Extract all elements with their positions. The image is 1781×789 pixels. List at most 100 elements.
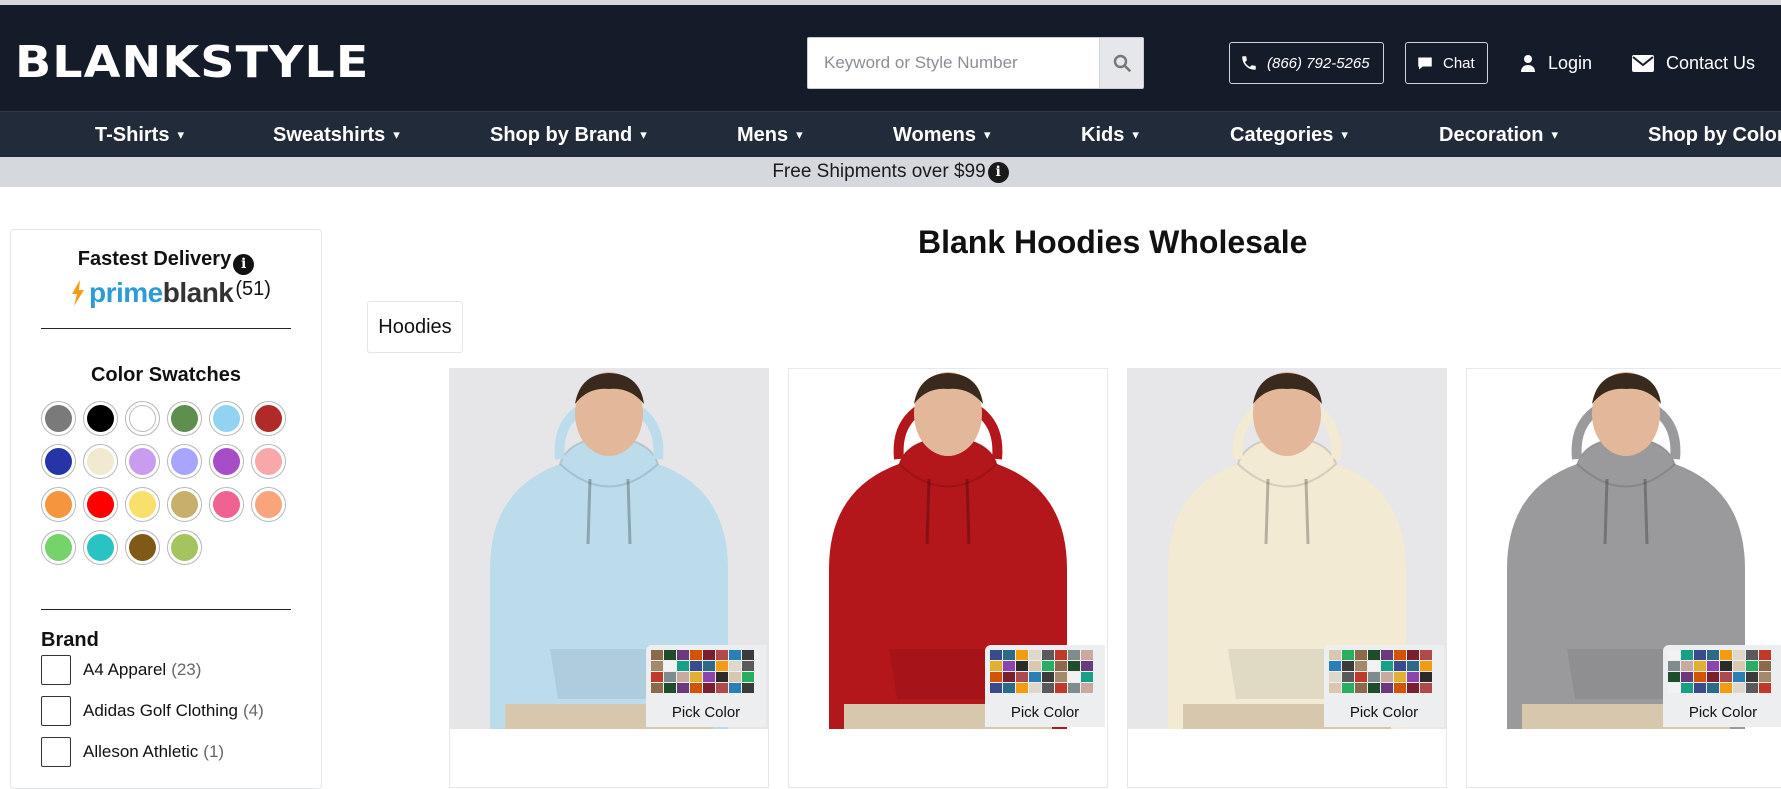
info-icon[interactable]: i: [233, 253, 255, 275]
color-swatch[interactable]: [251, 487, 286, 522]
brand-option[interactable]: A4 Apparel (23): [41, 655, 201, 685]
primeblank-filter[interactable]: prime blank (51): [71, 277, 271, 309]
nav-label: Sweatshirts: [273, 123, 386, 146]
pick-color-label: Pick Color: [1688, 704, 1758, 721]
login-link[interactable]: Login: [1520, 42, 1592, 84]
color-swatch[interactable]: [41, 530, 76, 565]
color-swatch[interactable]: [41, 487, 76, 522]
chevron-down-icon: ▾: [1341, 127, 1348, 142]
brand-count: (23): [171, 660, 202, 679]
color-swatch[interactable]: [83, 444, 118, 479]
color-swatch[interactable]: [125, 444, 160, 479]
color-swatch[interactable]: [125, 487, 160, 522]
nav-label: Shop by Color: [1648, 123, 1781, 146]
brand-count: (4): [242, 701, 264, 720]
envelope-icon: [1632, 54, 1654, 72]
brand-heading: Brand: [41, 629, 99, 651]
nav-item-tshirts[interactable]: T-Shirts ▾: [95, 112, 184, 158]
pick-color-button[interactable]: Pick Color: [1663, 645, 1781, 727]
color-swatch[interactable]: [83, 530, 118, 565]
page-title: Blank Hoodies Wholesale: [918, 224, 1308, 260]
color-swatch[interactable]: [209, 444, 244, 479]
prime-count: (51): [235, 277, 271, 300]
info-icon[interactable]: i: [987, 161, 1009, 183]
chevron-down-icon: ▾: [1132, 127, 1139, 142]
color-swatches-heading: Color Swatches: [90, 364, 242, 386]
pick-color-button[interactable]: Pick Color: [646, 645, 766, 727]
nav-item-sweatshirts[interactable]: Sweatshirts ▾: [273, 112, 400, 158]
phone-button[interactable]: (866) 792-5265: [1229, 42, 1384, 84]
site-logo[interactable]: BLANKSTYLE: [15, 41, 368, 85]
fastest-delivery-heading: Fastest Delivery i: [11, 248, 321, 275]
color-swatch[interactable]: [41, 401, 76, 436]
chevron-down-icon: ▾: [177, 127, 184, 142]
prime-text: prime: [89, 277, 163, 308]
pick-color-label: Pick Color: [1010, 704, 1080, 721]
color-swatch[interactable]: [251, 401, 286, 436]
nav-label: Womens: [893, 123, 976, 146]
product-card[interactable]: Pick Color: [1466, 368, 1781, 788]
brand-name: Adidas Golf Clothing: [83, 701, 238, 720]
color-swatch[interactable]: [125, 530, 160, 565]
brand-count: (1): [203, 742, 225, 761]
login-label: Login: [1548, 52, 1593, 73]
color-swatch[interactable]: [209, 401, 244, 436]
pick-color-button[interactable]: Pick Color: [985, 645, 1105, 727]
chevron-down-icon: ▾: [796, 127, 803, 142]
product-card[interactable]: Pick Color: [449, 368, 769, 788]
chat-button[interactable]: Chat: [1405, 42, 1488, 84]
color-swatch[interactable]: [41, 444, 76, 479]
color-swatch[interactable]: [209, 487, 244, 522]
phone-icon: [1242, 56, 1256, 70]
color-swatch[interactable]: [167, 444, 202, 479]
brand-option[interactable]: Adidas Golf Clothing (4): [41, 696, 264, 726]
color-preview-grid: [651, 650, 761, 693]
category-chip-hoodies[interactable]: Hoodies: [367, 301, 463, 353]
nav-item-mens[interactable]: Mens ▾: [737, 112, 803, 158]
filter-sidebar: Fastest Delivery i prime blank (51) Color S…: [10, 229, 322, 789]
product-card[interactable]: Pick Color: [1127, 368, 1447, 788]
chat-icon: [1418, 57, 1432, 69]
nav-label: Shop by Brand: [490, 123, 633, 146]
brand-checkbox[interactable]: [41, 696, 71, 726]
color-swatch[interactable]: [167, 401, 202, 436]
search-icon: [1113, 54, 1131, 72]
search-input[interactable]: [808, 38, 1099, 88]
color-swatch[interactable]: [125, 401, 160, 436]
nav-label: T-Shirts: [95, 123, 170, 146]
color-swatch[interactable]: [83, 401, 118, 436]
color-swatch[interactable]: [83, 487, 118, 522]
site-header: BLANKSTYLE (866) 792-5265 Chat Login Con…: [0, 5, 1781, 111]
nav-item-categories[interactable]: Categories ▾: [1230, 112, 1348, 158]
fastest-delivery-label: Fastest Delivery: [77, 248, 232, 270]
phone-number: (866) 792-5265: [1267, 54, 1370, 72]
lightning-icon: [72, 280, 84, 306]
search-button[interactable]: [1099, 38, 1143, 88]
nav-item-shop-by-brand[interactable]: Shop by Brand ▾: [490, 112, 647, 158]
product-card[interactable]: Pick Color: [788, 368, 1108, 788]
banner-text: Free Shipments over $99: [772, 161, 986, 182]
color-swatch[interactable]: [251, 444, 286, 479]
blank-text: blank: [162, 277, 234, 308]
chevron-down-icon: ▾: [1551, 127, 1558, 142]
brand-checkbox[interactable]: [41, 655, 71, 685]
chat-label: Chat: [1443, 54, 1475, 72]
divider: [41, 328, 291, 329]
nav-label: Mens: [737, 123, 789, 146]
shipping-banner: Free Shipments over $99 i: [0, 157, 1781, 187]
nav-item-kids[interactable]: Kids ▾: [1081, 112, 1139, 158]
nav-item-shop-by-color[interactable]: Shop by Color: [1648, 112, 1781, 158]
nav-item-womens[interactable]: Womens ▾: [893, 112, 991, 158]
color-preview-grid: [1329, 650, 1439, 693]
contact-link[interactable]: Contact Us: [1632, 42, 1755, 84]
color-swatch[interactable]: [167, 530, 202, 565]
brand-name: A4 Apparel: [83, 660, 167, 679]
search-bar: [807, 37, 1144, 89]
main-nav: T-Shirts ▾ Sweatshirts ▾ Shop by Brand ▾ Me…: [0, 111, 1781, 157]
pick-color-button[interactable]: Pick Color: [1324, 645, 1444, 727]
chevron-down-icon: ▾: [983, 127, 991, 142]
pick-color-label: Pick Color: [671, 704, 741, 721]
color-swatch[interactable]: [167, 487, 202, 522]
divider: [41, 609, 291, 610]
nav-item-decoration[interactable]: Decoration ▾: [1439, 112, 1558, 158]
